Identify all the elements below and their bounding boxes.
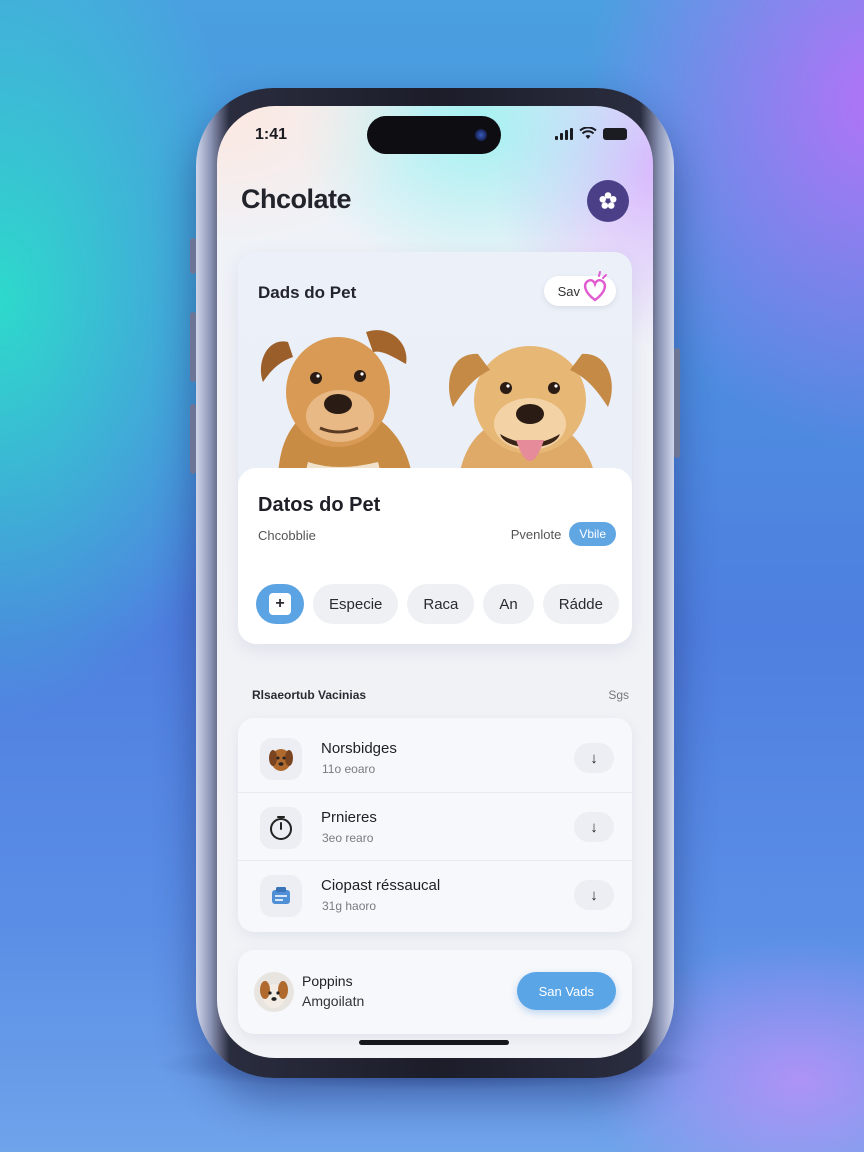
pet-tag-label: Pvenlote <box>510 526 562 542</box>
save-button[interactable]: Sav <box>543 271 616 306</box>
add-attribute-button[interactable]: + <box>256 584 304 624</box>
list-item[interactable]: Ciopast réssaucal 31g haoro ↓ <box>238 860 632 928</box>
list-item[interactable]: Prnieres 3eo rearo ↓ <box>238 792 632 860</box>
flower-gear-icon <box>599 192 617 209</box>
wifi-icon <box>579 127 597 139</box>
dog-left-image <box>260 330 413 482</box>
clipboard-icon <box>260 875 302 917</box>
bottom-card: Poppins Amgoilatn San Vads <box>238 950 632 1034</box>
vaccine-date: 11o eoaro <box>322 762 376 776</box>
settings-button[interactable] <box>587 180 629 222</box>
heart-icon <box>583 271 607 302</box>
vaccine-date: 3eo rearo <box>322 831 374 845</box>
download-button[interactable]: ↓ <box>574 743 614 773</box>
pet-photo <box>260 330 612 482</box>
avatar <box>254 972 294 1012</box>
chip-raca[interactable]: Raca <box>407 584 475 624</box>
page-title: Chcolate <box>241 184 352 214</box>
list-item[interactable]: Norsbidges 11o eoaro ↓ <box>238 724 632 792</box>
camera-icon <box>475 129 487 141</box>
timer-icon <box>260 807 302 849</box>
dog-right-image <box>449 346 612 482</box>
download-button[interactable]: ↓ <box>574 880 614 910</box>
dog-photo-icon <box>260 738 302 780</box>
vaccine-date: 31g haoro <box>322 899 377 913</box>
pet-tag: Pvenlote Vbile <box>511 522 616 546</box>
arrow-down-icon: ↓ <box>590 749 598 767</box>
status-icons <box>555 127 627 140</box>
home-indicator[interactable] <box>359 1040 509 1045</box>
pet-name: Chcobblie <box>258 528 316 543</box>
volume-down-button <box>190 404 196 474</box>
vaccines-section-title: Rlsaeortub Vacinias <box>252 688 367 702</box>
phone-frame: 1:41 Chcolate Dads do Pet Sav Datos do P… <box>190 88 680 1078</box>
vaccines-see-all-link[interactable]: Sgs <box>608 688 629 702</box>
signal-icon <box>555 127 573 140</box>
pet-card-title: Dads do Pet <box>258 283 357 302</box>
arrow-down-icon: ↓ <box>590 886 598 904</box>
vaccine-name: Ciopast réssaucal <box>321 877 441 894</box>
owner-subtitle: Amgoilatn <box>302 993 365 1009</box>
save-label: Sav <box>557 283 580 299</box>
phone-screen: 1:41 Chcolate Dads do Pet Sav Datos do P… <box>217 106 653 1058</box>
battery-icon <box>603 127 627 140</box>
pet-details-panel: Datos do Pet Chcobblie Pvenlote Vbile + … <box>238 468 632 644</box>
status-time: 1:41 <box>255 126 288 143</box>
owner-name: Poppins <box>302 973 353 989</box>
vaccine-list: Norsbidges 11o eoaro ↓ Prnieres 3eo rear… <box>238 718 632 932</box>
dynamic-island <box>367 116 501 154</box>
attribute-chips: + Especie Raca An Rádde <box>256 584 619 624</box>
arrow-down-icon: ↓ <box>590 818 598 836</box>
pet-card: Dads do Pet Sav Datos do Pet Chcobblie P… <box>238 252 632 644</box>
action-button <box>190 238 196 274</box>
chip-an[interactable]: An <box>483 584 534 624</box>
pet-tag-badge[interactable]: Vbile <box>569 522 616 546</box>
vaccine-name: Prnieres <box>321 809 377 826</box>
save-primary-button[interactable]: San Vads <box>516 972 616 1010</box>
chip-radde[interactable]: Rádde <box>542 584 619 624</box>
vaccine-name: Norsbidges <box>321 740 397 757</box>
pet-details-title: Datos do Pet <box>258 494 381 516</box>
chip-especie[interactable]: Especie <box>313 584 399 624</box>
plus-icon: + <box>269 593 291 615</box>
power-button <box>674 348 680 458</box>
volume-up-button <box>190 312 196 382</box>
download-button[interactable]: ↓ <box>574 812 614 842</box>
